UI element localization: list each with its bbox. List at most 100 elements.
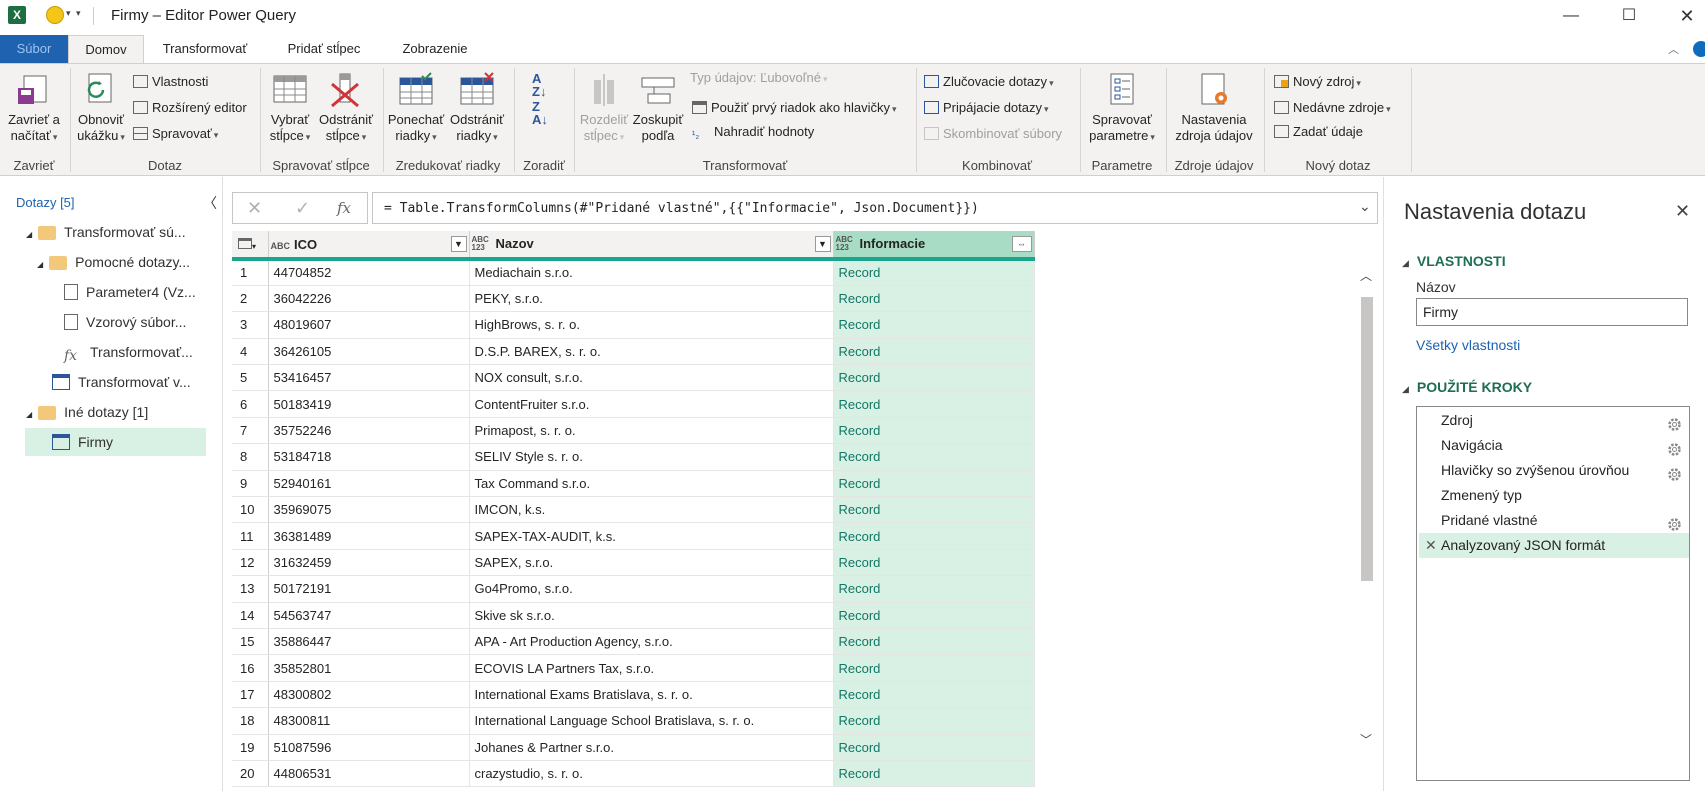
cell-record-link[interactable]: Record	[833, 522, 1035, 550]
cell-record-link[interactable]: Record	[833, 470, 1035, 498]
column-header-informacie[interactable]: ABC 123 Informacie ⇔	[833, 231, 1035, 261]
confirm-formula-icon[interactable]: ✓	[295, 198, 310, 219]
choose-columns-button[interactable]: Vybrať stĺpce ▾	[263, 72, 317, 145]
table-row[interactable]: 9 52940161 Tax Command s.r.o. Record	[232, 470, 1035, 498]
column-filter-icon[interactable]: ▼	[450, 236, 467, 252]
delete-step-icon[interactable]: ✕	[1425, 533, 1437, 558]
tree-item-folder[interactable]: ◢ Iné dotazy [1]	[26, 398, 148, 426]
append-queries-button[interactable]: Pripájacie dotazy ▾	[924, 100, 1049, 117]
table-menu-icon[interactable]: ▾	[232, 231, 269, 261]
step-settings-gear-icon[interactable]	[1668, 464, 1681, 481]
step-settings-gear-icon[interactable]	[1668, 514, 1681, 531]
tree-item-folder[interactable]: ◢ Pomocné dotazy...	[37, 248, 190, 276]
combine-files-button[interactable]: Skombinovať súbory	[924, 126, 1062, 142]
data-source-settings-button[interactable]: Nastavenia zdroja údajov	[1168, 72, 1260, 144]
tree-item-query-selected[interactable]: Firmy	[25, 428, 206, 456]
cell-record-link[interactable]: Record	[833, 707, 1035, 735]
scroll-down-icon[interactable]: ﹀	[1360, 731, 1372, 748]
minimize-button[interactable]: —	[1548, 2, 1594, 30]
cell-record-link[interactable]: Record	[833, 364, 1035, 392]
cell-record-link[interactable]: Record	[833, 259, 1035, 286]
table-row[interactable]: 16 35852801 ECOVIS LA Partners Tax, s.r.o.…	[232, 654, 1035, 682]
cell-record-link[interactable]: Record	[833, 654, 1035, 682]
use-first-row-headers-button[interactable]: Použiť prvý riadok ako hlavičky ▾	[692, 100, 897, 117]
close-and-load-button[interactable]: Zavrieť a načítať ▾	[4, 72, 64, 145]
tree-item-query[interactable]: Transformovať v...	[52, 368, 191, 396]
cell-record-link[interactable]: Record	[833, 575, 1035, 603]
step-item[interactable]: Pridané vlastné	[1419, 508, 1689, 533]
all-properties-link[interactable]: Všetky vlastnosti	[1416, 337, 1520, 353]
column-header-ico[interactable]: ABC ICO ▼	[268, 231, 470, 261]
cell-record-link[interactable]: Record	[833, 338, 1035, 366]
remove-columns-button[interactable]: Odstrániť stĺpce ▾	[316, 72, 376, 145]
new-source-button[interactable]: Nový zdroj ▾	[1274, 74, 1361, 91]
table-row[interactable]: 2 36042226 PEKY, s.r.o. Record	[232, 285, 1035, 313]
step-item[interactable]: Navigácia	[1419, 433, 1689, 458]
tab-pridat-stlpec[interactable]: Pridať stĺpec	[274, 35, 374, 63]
recent-sources-button[interactable]: Nedávne zdroje ▾	[1274, 100, 1391, 117]
tab-domov[interactable]: Domov	[68, 35, 144, 63]
sort-ascending-icon[interactable]: A Z↓	[532, 72, 546, 98]
manage-query-button[interactable]: Spravovať ▾	[133, 126, 218, 143]
expand-column-icon[interactable]: ⇔	[1011, 236, 1032, 252]
insert-function-icon[interactable]: fx	[337, 199, 351, 217]
column-header-nazov[interactable]: ABC 123 Nazov ▼	[469, 231, 834, 261]
tab-subor[interactable]: Súbor	[0, 35, 68, 63]
tab-transformovat[interactable]: Transformovať	[150, 35, 260, 63]
step-item[interactable]: Hlavičky so zvýšenou úrovňou	[1419, 458, 1689, 483]
column-type-icon[interactable]: ABC	[271, 241, 291, 251]
cell-record-link[interactable]: Record	[833, 443, 1035, 471]
table-row[interactable]: 13 50172191 Go4Promo, s.r.o. Record	[232, 575, 1035, 603]
table-row[interactable]: 20 44806531 crazystudio, s. r. o. Record	[232, 760, 1035, 788]
table-row[interactable]: 17 48300802 International Exams Bratislava…	[232, 681, 1035, 709]
smiley-dropdown-icon[interactable]: ▾	[66, 8, 71, 19]
collapse-pane-icon[interactable]: 〈	[203, 193, 217, 213]
sort-descending-icon[interactable]: Z A↓	[532, 100, 548, 126]
cell-record-link[interactable]: Record	[833, 628, 1035, 656]
table-row[interactable]: 8 53184718 SELIV Style s. r. o. Record	[232, 443, 1035, 471]
queries-header[interactable]: Dotazy [5]	[16, 195, 75, 210]
column-type-icon[interactable]: ABC 123	[472, 236, 492, 252]
column-filter-icon[interactable]: ▼	[814, 236, 831, 252]
table-row[interactable]: 7 35752246 Primapost, s. r. o. Record	[232, 417, 1035, 445]
refresh-preview-button[interactable]: Obnoviť ukážku ▾	[72, 72, 130, 145]
cancel-formula-icon[interactable]: ✕	[247, 198, 262, 219]
remove-rows-button[interactable]: Odstrániť riadky ▾	[446, 72, 508, 145]
column-type-icon[interactable]: ABC 123	[836, 236, 856, 252]
table-row[interactable]: 14 54563747 Skive sk s.r.o. Record	[232, 602, 1035, 629]
table-row[interactable]: 18 48300811 International Language School …	[232, 707, 1035, 735]
cell-record-link[interactable]: Record	[833, 496, 1035, 524]
split-column-button[interactable]: Rozdeliť stĺpec ▾	[576, 72, 632, 145]
table-row[interactable]: 19 51087596 Johanes & Partner s.r.o. Record	[232, 734, 1035, 761]
tree-item-folder[interactable]: ◢ Transformovať sú...	[26, 218, 186, 246]
properties-section-header[interactable]: ◢ VLASTNOSTI	[1402, 253, 1506, 269]
name-input[interactable]: Firmy	[1416, 298, 1688, 326]
cell-record-link[interactable]: Record	[833, 602, 1035, 629]
cell-record-link[interactable]: Record	[833, 285, 1035, 313]
step-settings-gear-icon[interactable]	[1668, 439, 1681, 456]
cell-record-link[interactable]: Record	[833, 760, 1035, 788]
tree-item-query[interactable]: Vzorový súbor...	[64, 308, 186, 336]
manage-parameters-button[interactable]: Spravovať parametre ▾	[1084, 72, 1160, 145]
table-row[interactable]: 1 44704852 Mediachain s.r.o. Record	[232, 259, 1035, 286]
table-row[interactable]: 3 48019607 HighBrows, s. r. o. Record	[232, 311, 1035, 339]
step-item[interactable]: Zmenený typ	[1419, 483, 1689, 508]
maximize-button[interactable]: ☐	[1606, 2, 1652, 30]
enter-data-button[interactable]: Zadať údaje	[1274, 124, 1363, 140]
table-row[interactable]: 15 35886447 APA - Art Production Agency, s…	[232, 628, 1035, 656]
cell-record-link[interactable]: Record	[833, 390, 1035, 418]
scroll-up-icon[interactable]: ︿	[1360, 267, 1372, 284]
step-item[interactable]: Zdroj	[1419, 408, 1689, 433]
formula-input[interactable]: = Table.TransformColumns(#"Pridané vlast…	[372, 192, 1378, 224]
merge-queries-button[interactable]: Zlučovacie dotazy ▾	[924, 74, 1054, 91]
table-row[interactable]: 6 50183419 ContentFruiter s.r.o. Record	[232, 390, 1035, 418]
close-pane-icon[interactable]: ✕	[1675, 201, 1690, 222]
cell-record-link[interactable]: Record	[833, 681, 1035, 709]
tab-zobrazenie[interactable]: Zobrazenie	[386, 35, 484, 63]
collapse-ribbon-icon[interactable]: ︿	[1668, 41, 1679, 57]
cell-record-link[interactable]: Record	[833, 311, 1035, 339]
step-item-selected[interactable]: ✕ Analyzovaný JSON formát	[1419, 533, 1689, 558]
group-by-button[interactable]: Zoskupiť podľa	[630, 72, 686, 144]
properties-button[interactable]: Vlastnosti	[133, 74, 208, 90]
help-icon[interactable]	[1693, 41, 1705, 57]
